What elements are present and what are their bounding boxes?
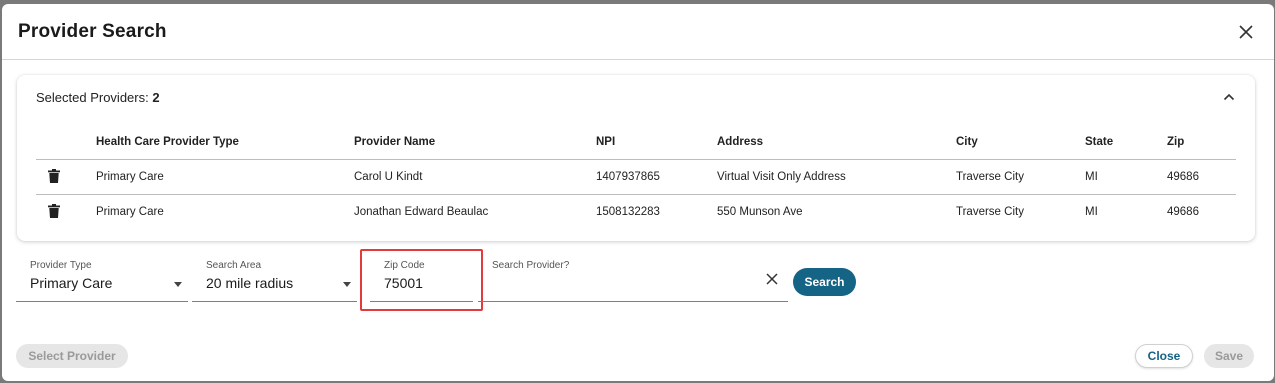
table-header-state: State xyxy=(1085,125,1167,160)
selected-providers-title: Selected Providers: 2 xyxy=(36,90,160,105)
search-area-label: Search Area xyxy=(206,260,262,271)
table-cell: Carol U Kindt xyxy=(354,159,596,195)
table-cell: Primary Care xyxy=(96,205,164,218)
save-button[interactable]: Save xyxy=(1204,344,1254,368)
table-header-city: City xyxy=(956,125,1085,160)
provider-search-dialog: Provider Search Selected Providers: 2 He… xyxy=(2,4,1274,381)
provider-type-label: Provider Type xyxy=(30,260,92,271)
table-row: Primary Care Jonathan Edward Beaulac 150… xyxy=(36,194,1236,229)
table-row: Primary Care Carol U Kindt 1407937865 Vi… xyxy=(36,159,1236,195)
table-cell: Primary Care xyxy=(96,159,354,195)
trash-icon[interactable] xyxy=(46,168,62,184)
dialog-header: Provider Search xyxy=(2,4,1274,60)
table-cell: Traverse City xyxy=(956,159,1085,195)
field-underline xyxy=(478,301,788,302)
dropdown-caret-icon xyxy=(174,282,182,287)
table-cell: Traverse City xyxy=(956,205,1024,218)
table-cell-action xyxy=(36,194,96,229)
selected-providers-header[interactable]: Selected Providers: 2 xyxy=(17,75,1255,119)
search-provider-input[interactable]: Search Provider? xyxy=(478,256,788,302)
provider-type-value: Primary Care xyxy=(30,275,113,291)
search-button[interactable]: Search xyxy=(793,268,856,296)
table-cell: Jonathan Edward Beaulac xyxy=(354,205,489,218)
table-header-name: Provider Name xyxy=(354,125,596,160)
table-cell: 1508132283 xyxy=(596,205,660,218)
dropdown-caret-icon xyxy=(343,282,351,287)
table-header-address: Address xyxy=(717,125,956,160)
selected-providers-table: Health Care Provider Type Provider Name … xyxy=(36,125,1236,229)
close-icon[interactable] xyxy=(1234,20,1258,44)
search-area-select[interactable]: Search Area 20 mile radius xyxy=(192,256,357,302)
table-header-action xyxy=(36,125,96,160)
table-header-type: Health Care Provider Type xyxy=(96,125,354,160)
table-cell: MI xyxy=(1085,159,1167,195)
table-header-npi: NPI xyxy=(596,125,717,160)
field-underline xyxy=(16,301,188,302)
table-cell: 1407937865 xyxy=(596,159,717,195)
selected-providers-count: 2 xyxy=(152,89,160,105)
search-provider-label: Search Provider? xyxy=(492,260,570,271)
table-header-row: Health Care Provider Type Provider Name … xyxy=(36,125,1236,160)
selected-providers-panel: Selected Providers: 2 Health Care Provid… xyxy=(17,75,1255,241)
table-cell-action xyxy=(36,159,96,195)
chevron-up-icon[interactable] xyxy=(1219,87,1239,107)
clear-icon[interactable] xyxy=(766,270,778,290)
field-underline xyxy=(192,301,357,302)
table-cell: 49686 xyxy=(1167,159,1236,195)
close-button[interactable]: Close xyxy=(1135,344,1193,368)
provider-type-select[interactable]: Provider Type Primary Care xyxy=(16,256,188,302)
table-cell: MI xyxy=(1085,205,1098,218)
dialog-title: Provider Search xyxy=(18,20,167,42)
search-area-value: 20 mile radius xyxy=(206,275,294,291)
table-cell: Virtual Visit Only Address xyxy=(717,159,956,195)
table-header-zip: Zip xyxy=(1167,125,1236,160)
selected-providers-label: Selected Providers: xyxy=(36,89,153,105)
table-cell: 550 Munson Ave xyxy=(717,205,803,218)
select-provider-button[interactable]: Select Provider xyxy=(16,344,128,368)
trash-icon[interactable] xyxy=(46,203,62,219)
zip-code-highlight-box xyxy=(360,249,483,311)
table-cell: 49686 xyxy=(1167,205,1199,218)
